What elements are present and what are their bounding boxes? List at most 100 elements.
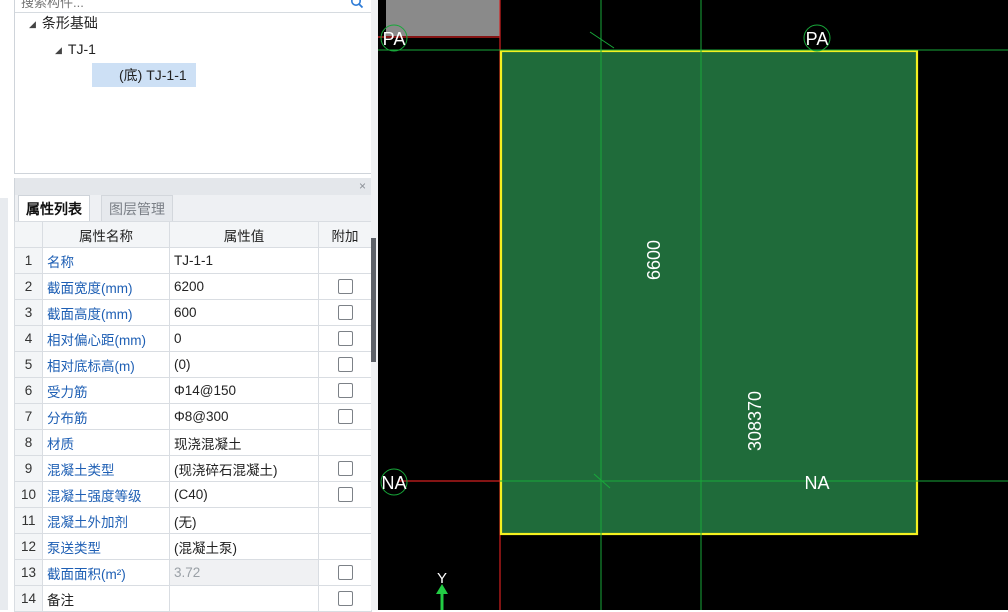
tree-node-label: (底) TJ-1-1 (119, 67, 187, 83)
property-name: 截面宽度(mm) (42, 273, 170, 300)
property-table: 属性名称 属性值 附加 1 名称 TJ-1-1 2 截面宽度(mm) 6200 3 截面高度(… (14, 221, 372, 612)
extra-checkbox[interactable] (337, 279, 353, 295)
ucs-y-label: Y (437, 570, 447, 587)
property-value[interactable]: (无) (169, 507, 319, 534)
table-row[interactable]: 2 截面宽度(mm) 6200 (14, 273, 372, 300)
tree-node-label: TJ-1 (67, 41, 96, 57)
property-value[interactable]: Φ14@150 (169, 377, 319, 404)
extra-checkbox[interactable] (337, 565, 353, 581)
column-header-name: 属性名称 (42, 221, 170, 248)
property-value[interactable]: 3.72 (169, 559, 319, 586)
row-index: 14 (14, 585, 43, 612)
extra-checkbox[interactable] (337, 591, 353, 607)
extra-cell (318, 507, 372, 534)
strip-foundation-slab[interactable] (499, 49, 919, 536)
table-row[interactable]: 8 材质 现浇混凝土 (14, 429, 372, 456)
table-header-row: 属性名称 属性值 附加 (14, 221, 372, 248)
property-name: 分布筋 (42, 403, 170, 430)
table-row[interactable]: 4 相对偏心距(mm) 0 (14, 325, 372, 352)
dimension-text-length: 308370 (745, 391, 765, 451)
property-value[interactable]: Φ8@300 (169, 403, 319, 430)
panel-header-bar: × (15, 178, 372, 195)
extra-cell (318, 429, 372, 456)
property-name: 泵送类型 (42, 533, 170, 560)
property-value[interactable]: (0) (169, 351, 319, 378)
component-tree-panel: ◢ 条形基础 ◢ TJ-1 (底) TJ-1-1 (14, 0, 373, 174)
property-value[interactable]: 0 (169, 325, 319, 352)
extra-cell (318, 377, 372, 404)
property-value[interactable]: (C40) (169, 481, 319, 508)
table-row[interactable]: 6 受力筋 Φ14@150 (14, 377, 372, 404)
extra-cell (318, 533, 372, 560)
side-dock-strip (0, 198, 8, 610)
axis-label-pa-left: PA (383, 29, 406, 49)
extra-checkbox[interactable] (337, 487, 353, 503)
row-index: 10 (14, 481, 43, 508)
table-row[interactable]: 1 名称 TJ-1-1 (14, 247, 372, 274)
property-value[interactable] (169, 585, 319, 612)
tree-node-tj-1-1-selected[interactable]: (底) TJ-1-1 (92, 63, 196, 87)
property-name: 备注 (42, 585, 170, 612)
extra-cell (318, 559, 372, 586)
table-row[interactable]: 10 混凝土强度等级 (C40) (14, 481, 372, 508)
column-header-extra: 附加 (318, 221, 372, 248)
extra-checkbox[interactable] (337, 409, 353, 425)
property-value[interactable]: (混凝土泵) (169, 533, 319, 560)
tab-property-list[interactable]: 属性列表 (18, 195, 90, 222)
table-row[interactable]: 7 分布筋 Φ8@300 (14, 403, 372, 430)
table-row[interactable]: 12 泵送类型 (混凝土泵) (14, 533, 372, 560)
scrollbar-thumb[interactable] (371, 238, 376, 362)
table-row[interactable]: 3 截面高度(mm) 600 (14, 299, 372, 326)
row-index: 13 (14, 559, 43, 586)
extra-cell (318, 403, 372, 430)
drawing-canvas[interactable]: PA PA NA NA 6600 308370 Y (378, 0, 1008, 610)
close-icon[interactable]: × (359, 179, 366, 193)
property-value[interactable]: 600 (169, 299, 319, 326)
grid-tick (589, 31, 615, 49)
property-name: 相对底标高(m) (42, 351, 170, 378)
tab-layer-management[interactable]: 图层管理 (101, 195, 173, 221)
search-icon[interactable] (350, 0, 364, 9)
extra-cell (318, 247, 372, 274)
table-row[interactable]: 9 混凝土类型 (现浇碎石混凝土) (14, 455, 372, 482)
row-index: 6 (14, 377, 43, 404)
extra-checkbox[interactable] (337, 305, 353, 321)
property-name: 材质 (42, 429, 170, 456)
extra-cell (318, 325, 372, 352)
ucs-y-axis-icon: Y (436, 570, 448, 610)
extra-cell (318, 273, 372, 300)
left-panel: ◢ 条形基础 ◢ TJ-1 (底) TJ-1-1 × 属性列表 图层管理 属性名称 … (0, 0, 378, 612)
property-name: 截面高度(mm) (42, 299, 170, 326)
property-value[interactable]: 现浇混凝土 (169, 429, 319, 456)
canvas-drawing: PA PA NA NA 6600 308370 Y (378, 0, 1008, 610)
extra-cell (318, 585, 372, 612)
property-value[interactable]: TJ-1-1 (169, 247, 319, 274)
table-row[interactable]: 13 截面面积(m²) 3.72 (14, 559, 372, 586)
panel-tabs: 属性列表 图层管理 (15, 195, 372, 222)
extra-checkbox[interactable] (337, 461, 353, 477)
row-index: 5 (14, 351, 43, 378)
extra-checkbox[interactable] (337, 357, 353, 373)
table-row[interactable]: 5 相对底标高(m) (0) (14, 351, 372, 378)
axis-label-pa-right: PA (806, 29, 829, 49)
tree-node-tj-1[interactable]: ◢ TJ-1 (55, 38, 96, 60)
table-row[interactable]: 11 混凝土外加剂 (无) (14, 507, 372, 534)
expand-triangle-icon[interactable]: ◢ (55, 39, 62, 61)
property-value[interactable]: (现浇碎石混凝土) (169, 455, 319, 482)
dimension-text-width: 6600 (644, 240, 664, 280)
extra-checkbox[interactable] (337, 331, 353, 347)
property-value[interactable]: 6200 (169, 273, 319, 300)
row-index: 8 (14, 429, 43, 456)
table-row[interactable]: 14 备注 (14, 585, 372, 612)
expand-triangle-icon[interactable]: ◢ (29, 13, 36, 35)
extra-checkbox[interactable] (337, 383, 353, 399)
property-name: 混凝土外加剂 (42, 507, 170, 534)
column-header-value: 属性值 (169, 221, 319, 248)
tree-node-strip-foundation[interactable]: ◢ 条形基础 (29, 12, 98, 34)
search-input[interactable] (21, 0, 321, 11)
property-name: 名称 (42, 247, 170, 274)
tree-node-label: 条形基础 (41, 15, 98, 31)
extra-cell (318, 455, 372, 482)
extra-cell (318, 351, 372, 378)
property-name: 受力筋 (42, 377, 170, 404)
